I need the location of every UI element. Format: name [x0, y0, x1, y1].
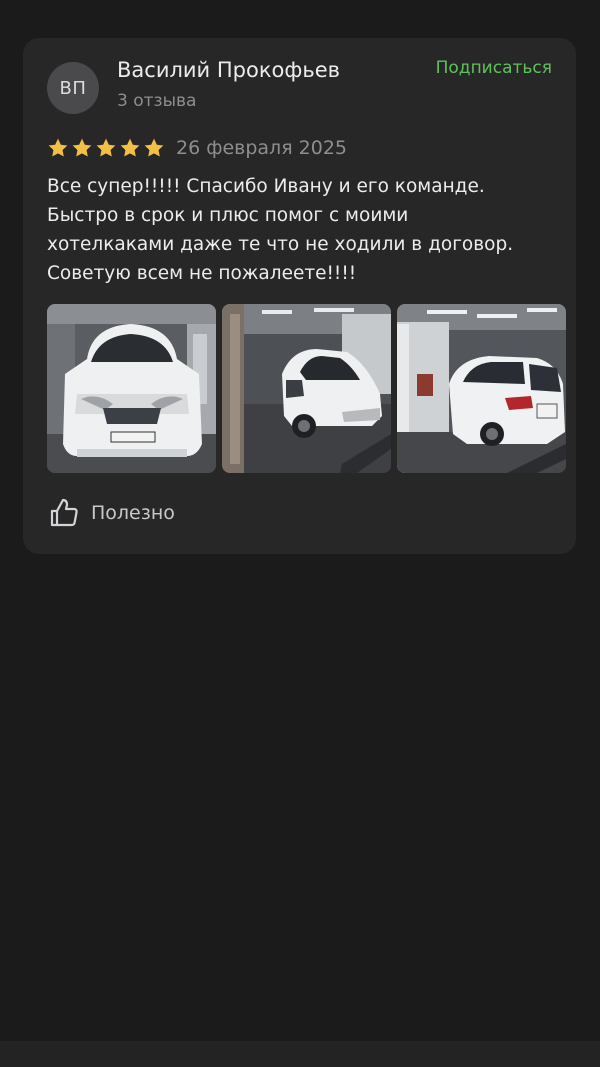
helpful-label: Полезно — [91, 502, 175, 524]
star-icon — [120, 138, 140, 157]
rating-stars — [47, 137, 165, 159]
thumbs-up-icon — [50, 498, 78, 527]
avatar[interactable]: ВП — [47, 62, 99, 114]
review-card: ВП Василий Прокофьев 3 отзыва Подписатьс… — [23, 38, 576, 554]
star-icon — [48, 138, 68, 157]
author-review-count: 3 отзыва — [117, 91, 197, 111]
helpful-button[interactable]: Полезно — [47, 495, 175, 531]
subscribe-button[interactable]: Подписаться — [436, 58, 552, 78]
star-icon — [96, 138, 116, 157]
author-name[interactable]: Василий Прокофьев — [117, 58, 340, 82]
car-photo-rear[interactable] — [397, 304, 566, 473]
review-date: 26 февраля 2025 — [176, 137, 348, 159]
photo-gallery — [47, 304, 566, 473]
star-icon — [72, 138, 92, 157]
car-photo-side-front[interactable] — [222, 304, 391, 473]
bottom-bar — [0, 1041, 600, 1067]
review-text: Все супер!!!!! Спасибо Ивану и его коман… — [47, 176, 514, 284]
car-photo-front[interactable] — [47, 304, 216, 473]
star-icon — [144, 138, 164, 157]
rating-row: 26 февраля 2025 — [47, 135, 347, 161]
